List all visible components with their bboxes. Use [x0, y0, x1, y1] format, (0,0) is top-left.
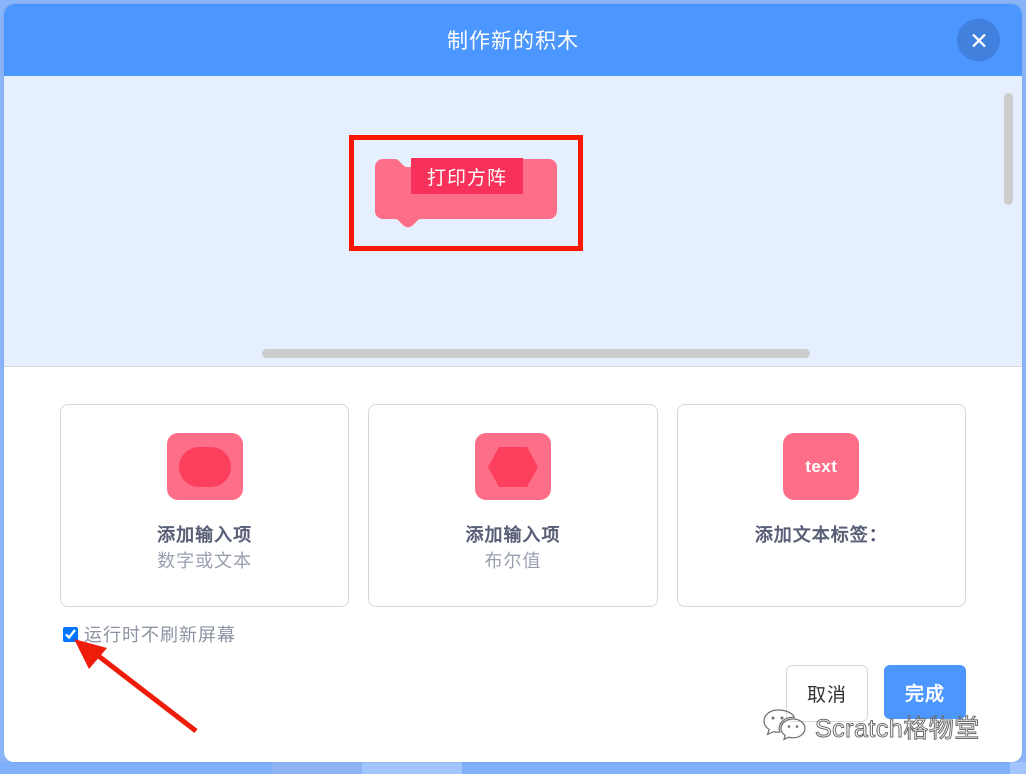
option-card-list: 添加输入项 数字或文本 添加输入项 布尔值 text 添加文本标签： — [60, 404, 966, 607]
boolean-input-icon — [474, 433, 551, 500]
ok-button[interactable]: 完成 — [884, 665, 966, 719]
page-title: 制作新的积木 — [447, 30, 579, 53]
card-title: 添加输入项 — [157, 525, 253, 545]
block-name-input[interactable]: 打印方阵 — [411, 158, 523, 194]
run-without-refresh-label[interactable]: 运行时不刷新屏幕 — [84, 621, 236, 647]
add-text-label-card[interactable]: text 添加文本标签： — [676, 404, 966, 607]
oval-shape — [178, 446, 231, 487]
add-input-number-text-card[interactable]: 添加输入项 数字或文本 — [60, 404, 350, 607]
text-glyph: text — [805, 456, 838, 476]
run-without-refresh-row[interactable]: 运行时不刷新屏幕 — [63, 621, 966, 647]
cancel-button[interactable]: 取消 — [786, 665, 868, 722]
card-title: 添加文本标签： — [754, 525, 888, 545]
close-button[interactable] — [957, 18, 1000, 62]
close-icon — [969, 30, 989, 50]
block-preview-workspace[interactable]: 打印方阵 — [4, 76, 1022, 367]
vertical-scrollbar[interactable] — [1004, 93, 1013, 205]
make-a-block-modal: 制作新的积木 打印方阵 添加输入项 数字或文本 添加输入项 布尔值 text 添… — [4, 4, 1022, 762]
screen: 制作新的积木 打印方阵 添加输入项 数字或文本 添加输入项 布尔值 text 添… — [0, 0, 1026, 774]
modal-overlay: 制作新的积木 打印方阵 添加输入项 数字或文本 添加输入项 布尔值 text 添… — [0, 0, 1026, 768]
modal-body: 添加输入项 数字或文本 添加输入项 布尔值 text 添加文本标签： 运行时不刷… — [4, 367, 1022, 762]
card-subtitle: 数字或文本 — [157, 551, 253, 572]
text-label-icon: text — [783, 433, 860, 500]
modal-footer: 取消 完成 — [786, 665, 966, 722]
diamond-shape — [486, 445, 540, 489]
card-title: 添加输入项 — [465, 525, 561, 545]
card-subtitle: 布尔值 — [484, 551, 542, 572]
oval-input-icon — [166, 433, 243, 500]
add-input-boolean-card[interactable]: 添加输入项 布尔值 — [368, 404, 658, 607]
run-without-refresh-checkbox[interactable] — [63, 626, 78, 642]
modal-header: 制作新的积木 — [4, 4, 1022, 76]
horizontal-scrollbar[interactable] — [262, 349, 810, 358]
